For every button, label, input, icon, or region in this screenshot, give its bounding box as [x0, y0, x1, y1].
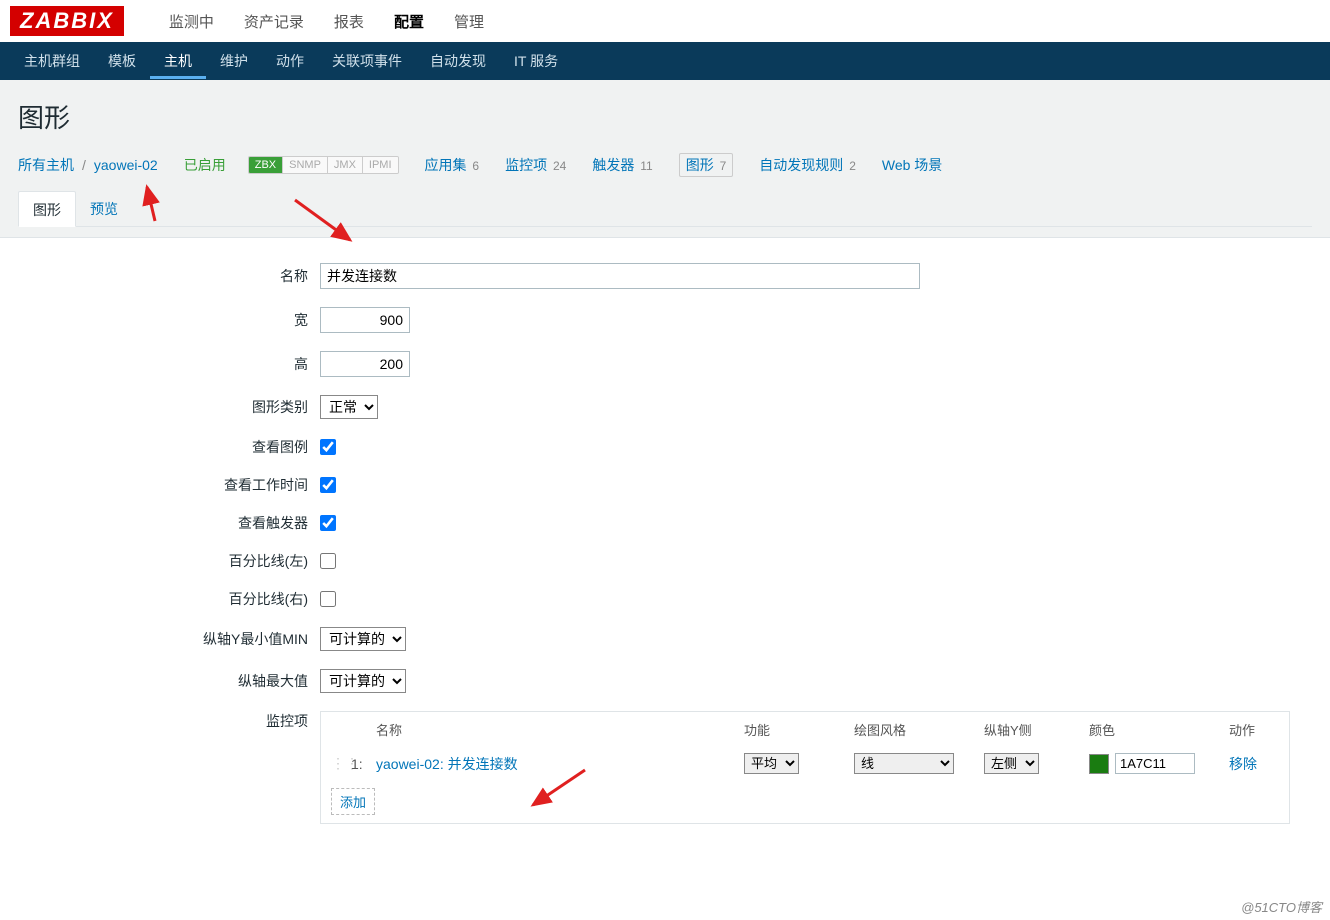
status-enabled: 已启用 [184, 155, 226, 175]
select-func[interactable]: 平均 [744, 753, 799, 774]
label-type: 图形类别 [20, 397, 320, 417]
link-triggers[interactable]: 触发器 [592, 157, 634, 173]
count-applications: 6 [472, 159, 479, 173]
link-items[interactable]: 监控项 [505, 157, 547, 173]
th-axis: 纵轴Y侧 [984, 720, 1089, 739]
breadcrumb: 所有主机 / yaowei-02 已启用 ZBX SNMP JMX IPMI 应… [18, 153, 1312, 177]
items-table: 名称 功能 绘图风格 纵轴Y侧 颜色 动作 ⋮⋮ 1: yaowei-02: 并… [320, 711, 1290, 824]
chk-percentright[interactable] [320, 591, 336, 607]
select-ymin[interactable]: 可计算的 [320, 627, 406, 651]
subnav-hostgroups[interactable]: 主机群组 [10, 43, 94, 79]
row-index: 1: [351, 756, 376, 772]
tag-snmp: SNMP [282, 157, 327, 173]
top-nav-inventory[interactable]: 资产记录 [229, 1, 319, 42]
remove-link[interactable]: 移除 [1229, 756, 1257, 772]
count-discovery: 2 [849, 159, 856, 173]
watermark: @51CTO博客 [1241, 897, 1322, 916]
input-color[interactable] [1115, 753, 1195, 774]
chk-legend[interactable] [320, 439, 336, 455]
subnav-discovery[interactable]: 自动发现 [416, 43, 500, 79]
chk-worktime[interactable] [320, 477, 336, 493]
label-percentright: 百分比线(右) [20, 589, 320, 609]
label-items: 监控项 [20, 711, 320, 731]
top-nav-config[interactable]: 配置 [379, 1, 439, 42]
page-header: 图形 所有主机 / yaowei-02 已启用 ZBX SNMP JMX IPM… [0, 80, 1330, 238]
select-style[interactable]: 线 [854, 753, 954, 774]
label-legend: 查看图例 [20, 437, 320, 457]
label-worktime: 查看工作时间 [20, 475, 320, 495]
th-func: 功能 [744, 720, 854, 739]
tab-graph[interactable]: 图形 [18, 191, 76, 227]
logo: ZABBIX [10, 6, 124, 36]
subnav-hosts[interactable]: 主机 [150, 43, 206, 79]
count-triggers: 11 [640, 159, 652, 173]
label-ymax: 纵轴最大值 [20, 671, 320, 691]
items-row: ⋮⋮ 1: yaowei-02: 并发连接数 平均 线 左侧 移除 [321, 747, 1289, 780]
input-name[interactable] [320, 263, 920, 289]
label-ymin: 纵轴Y最小值MIN [20, 629, 320, 649]
count-items: 24 [553, 159, 566, 173]
th-style: 绘图风格 [854, 720, 984, 739]
label-name: 名称 [20, 266, 320, 286]
subnav-itservices[interactable]: IT 服务 [500, 43, 572, 79]
tag-ipmi: IPMI [362, 157, 398, 173]
link-discovery[interactable]: 自动发现规则 [759, 157, 843, 173]
breadcrumb-allhosts[interactable]: 所有主机 [18, 155, 74, 175]
label-percentleft: 百分比线(左) [20, 551, 320, 571]
drag-handle-icon[interactable]: ⋮⋮ [331, 755, 351, 772]
link-graphs-boxed[interactable]: 图形 7 [679, 153, 734, 177]
color-swatch[interactable] [1089, 754, 1109, 774]
label-height: 高 [20, 354, 320, 374]
tab-preview[interactable]: 预览 [76, 191, 132, 226]
subnav-templates[interactable]: 模板 [94, 43, 150, 79]
chk-triggers[interactable] [320, 515, 336, 531]
form-area: 名称 宽 高 图形类别 正常 查看图例 查看工作时间 查看触发器 百分比线(左)… [0, 238, 1330, 867]
select-axis[interactable]: 左侧 [984, 753, 1039, 774]
th-color: 颜色 [1089, 720, 1229, 739]
th-name: 名称 [376, 720, 744, 739]
subnav-actions[interactable]: 动作 [262, 43, 318, 79]
add-item-button[interactable]: 添加 [331, 788, 375, 815]
tabs: 图形 预览 [18, 191, 1312, 227]
select-ymax[interactable]: 可计算的 [320, 669, 406, 693]
link-applications[interactable]: 应用集 [425, 157, 467, 173]
item-name-link[interactable]: yaowei-02: 并发连接数 [376, 756, 518, 772]
chk-percentleft[interactable] [320, 553, 336, 569]
interface-tags: ZBX SNMP JMX IPMI [248, 156, 399, 174]
logo-bar: ZABBIX 监测中 资产记录 报表 配置 管理 [0, 0, 1330, 42]
th-action: 动作 [1229, 720, 1279, 739]
label-width: 宽 [20, 310, 320, 330]
link-web[interactable]: Web 场景 [882, 157, 942, 173]
select-type[interactable]: 正常 [320, 395, 378, 419]
top-nav-admin[interactable]: 管理 [439, 1, 499, 42]
top-nav-monitoring[interactable]: 监测中 [154, 1, 229, 42]
breadcrumb-sep: / [82, 157, 86, 173]
subnav-maintenance[interactable]: 维护 [206, 43, 262, 79]
label-triggers: 查看触发器 [20, 513, 320, 533]
items-header: 名称 功能 绘图风格 纵轴Y侧 颜色 动作 [321, 712, 1289, 747]
top-nav: 监测中 资产记录 报表 配置 管理 [154, 1, 499, 42]
top-nav-reports[interactable]: 报表 [319, 1, 379, 42]
page-title: 图形 [18, 98, 1312, 135]
breadcrumb-host[interactable]: yaowei-02 [94, 157, 158, 173]
input-width[interactable] [320, 307, 410, 333]
sub-nav: 主机群组 模板 主机 维护 动作 关联项事件 自动发现 IT 服务 [0, 42, 1330, 80]
input-height[interactable] [320, 351, 410, 377]
tag-zbx: ZBX [249, 157, 282, 173]
tag-jmx: JMX [327, 157, 362, 173]
